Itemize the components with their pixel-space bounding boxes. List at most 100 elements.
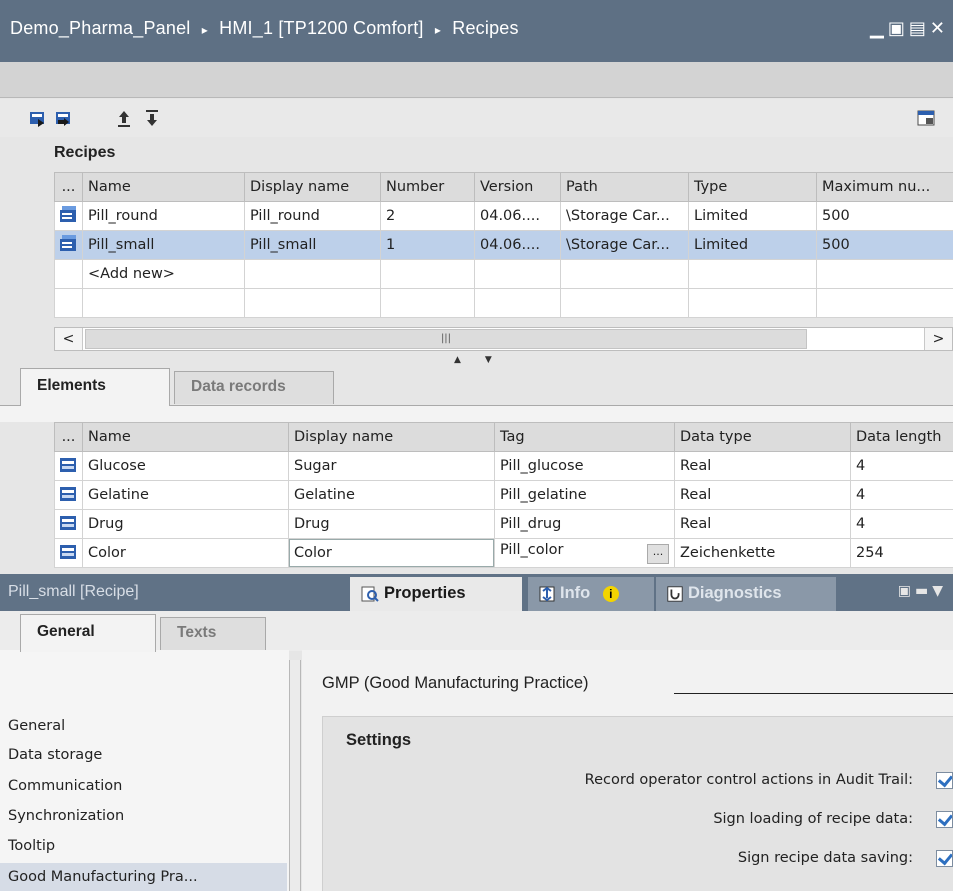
- tab-properties[interactable]: Properties: [350, 577, 522, 611]
- sign-loading-checkbox[interactable]: [936, 811, 953, 828]
- column-header-tag[interactable]: Tag: [494, 422, 675, 452]
- element-data-type[interactable]: Real: [674, 480, 851, 510]
- recipe-icon: [60, 235, 76, 251]
- sign-saving-checkbox[interactable]: [936, 850, 953, 867]
- column-header-display-name[interactable]: Display name: [288, 422, 495, 452]
- table-row[interactable]: Drug Drug Pill_drug Real 4: [54, 509, 953, 539]
- export-recipe-button[interactable]: [52, 106, 76, 130]
- nav-item-tooltip[interactable]: Tooltip: [8, 834, 55, 858]
- column-header-version[interactable]: Version: [474, 172, 561, 202]
- table-row[interactable]: Pill_round Pill_round 2 04.06.... \Stora…: [54, 201, 953, 231]
- view-options-button[interactable]: [914, 106, 938, 130]
- recipe-max[interactable]: 500: [816, 201, 953, 231]
- element-tag[interactable]: Pill_gelatine: [494, 480, 675, 510]
- recipe-type[interactable]: Limited: [688, 201, 817, 231]
- column-header-name[interactable]: Name: [82, 422, 289, 452]
- recipe-display-name[interactable]: Pill_small: [244, 230, 381, 260]
- recipe-max[interactable]: 500: [816, 230, 953, 260]
- table-row[interactable]: Color Color Pill_color... Zeichenkette 2…: [54, 538, 953, 568]
- element-data-length[interactable]: 4: [850, 480, 953, 510]
- table-row[interactable]: Gelatine Gelatine Pill_gelatine Real 4: [54, 480, 953, 510]
- recipe-path[interactable]: \Storage Car...: [560, 201, 689, 231]
- move-down-button[interactable]: [140, 106, 164, 130]
- element-tag[interactable]: Pill_drug: [494, 509, 675, 539]
- recipe-name[interactable]: Pill_round: [82, 201, 245, 231]
- column-header-more[interactable]: ...: [54, 422, 83, 452]
- recipe-number[interactable]: 2: [380, 201, 475, 231]
- tab-texts[interactable]: Texts: [160, 617, 266, 650]
- element-data-length[interactable]: 4: [850, 509, 953, 539]
- recipes-horizontal-scrollbar[interactable]: < ||| >: [54, 327, 953, 351]
- maximize-icon[interactable]: ▤: [909, 18, 930, 39]
- splitter-handle[interactable]: ▲▼: [454, 356, 536, 365]
- column-header-maximum-number[interactable]: Maximum nu...: [816, 172, 953, 202]
- tab-elements[interactable]: Elements: [20, 368, 170, 406]
- float-icon[interactable]: ▣: [888, 18, 909, 39]
- tab-info[interactable]: Info i: [528, 577, 654, 611]
- breadcrumb-separator: ▸: [434, 23, 442, 37]
- element-name[interactable]: Drug: [82, 509, 289, 539]
- tab-diagnostics[interactable]: Diagnostics: [656, 577, 836, 611]
- breadcrumb-project[interactable]: Demo_Pharma_Panel: [10, 18, 191, 38]
- element-name[interactable]: Glucose: [82, 451, 289, 481]
- element-name[interactable]: Gelatine: [82, 480, 289, 510]
- float-icon[interactable]: ▣: [898, 583, 915, 599]
- element-name[interactable]: Color: [82, 538, 289, 568]
- element-display-name-editor[interactable]: Color: [288, 538, 495, 568]
- nav-item-synchronization[interactable]: Synchronization: [8, 804, 124, 828]
- nav-item-data-storage[interactable]: Data storage: [8, 743, 102, 767]
- table-row-selected[interactable]: Pill_small Pill_small 1 04.06.... \Stora…: [54, 230, 953, 260]
- nav-item-gmp[interactable]: Good Manufacturing Pra...: [8, 865, 198, 889]
- scroll-thumb[interactable]: |||: [85, 329, 807, 349]
- column-header-name[interactable]: Name: [82, 172, 245, 202]
- navigation-splitter[interactable]: [289, 660, 301, 891]
- recipe-number[interactable]: 1: [380, 230, 475, 260]
- import-recipe-button[interactable]: [26, 106, 50, 130]
- column-header-path[interactable]: Path: [560, 172, 689, 202]
- column-header-display-name[interactable]: Display name: [244, 172, 381, 202]
- nav-item-communication[interactable]: Communication: [8, 774, 122, 798]
- column-header-data-type[interactable]: Data type: [674, 422, 851, 452]
- column-header-number[interactable]: Number: [380, 172, 475, 202]
- close-icon[interactable]: ✕: [930, 18, 949, 39]
- element-data-type[interactable]: Real: [674, 509, 851, 539]
- column-header-type[interactable]: Type: [688, 172, 817, 202]
- nav-item-general[interactable]: General: [8, 714, 65, 738]
- recipe-type[interactable]: Limited: [688, 230, 817, 260]
- breadcrumb-device[interactable]: HMI_1 [TP1200 Comfort]: [219, 18, 423, 38]
- minimize-icon[interactable]: ▁: [870, 18, 888, 39]
- element-data-type[interactable]: Zeichenkette: [674, 538, 851, 568]
- audit-trail-checkbox[interactable]: [936, 772, 953, 789]
- scroll-left-icon[interactable]: <: [55, 328, 83, 350]
- element-display-name[interactable]: Drug: [288, 509, 495, 539]
- inspector-window-controls[interactable]: ▣▬▼: [898, 583, 947, 599]
- recipe-display-name[interactable]: Pill_round: [244, 201, 381, 231]
- scroll-right-icon[interactable]: >: [924, 328, 952, 350]
- window-controls[interactable]: ▁▣▤✕: [870, 18, 949, 39]
- recipe-version[interactable]: 04.06....: [474, 230, 561, 260]
- minimize-icon[interactable]: ▬: [915, 583, 932, 599]
- tag-browse-button[interactable]: ...: [647, 544, 669, 564]
- element-display-name[interactable]: Sugar: [288, 451, 495, 481]
- tab-general[interactable]: General: [20, 614, 156, 652]
- column-header-data-length[interactable]: Data length: [850, 422, 953, 452]
- recipe-path[interactable]: \Storage Car...: [560, 230, 689, 260]
- add-new-recipe[interactable]: <Add new>: [82, 259, 245, 289]
- recipe-name[interactable]: Pill_small: [82, 230, 245, 260]
- element-tag[interactable]: Pill_color: [500, 542, 563, 558]
- breadcrumb-editor[interactable]: Recipes: [452, 18, 518, 38]
- element-tag-cell[interactable]: Pill_color...: [494, 538, 675, 568]
- move-up-button[interactable]: [112, 106, 136, 130]
- column-header-more[interactable]: ...: [54, 172, 83, 202]
- table-row[interactable]: Glucose Sugar Pill_glucose Real 4: [54, 451, 953, 481]
- chevron-down-icon[interactable]: ▼: [932, 583, 947, 599]
- recipe-version[interactable]: 04.06....: [474, 201, 561, 231]
- add-new-row[interactable]: <Add new>: [54, 259, 953, 289]
- element-data-type[interactable]: Real: [674, 451, 851, 481]
- tab-data-records[interactable]: Data records: [174, 371, 334, 404]
- element-data-length[interactable]: 254: [850, 538, 953, 568]
- element-tag[interactable]: Pill_glucose: [494, 451, 675, 481]
- element-display-name[interactable]: Gelatine: [288, 480, 495, 510]
- element-data-length[interactable]: 4: [850, 451, 953, 481]
- empty-row: [54, 288, 953, 318]
